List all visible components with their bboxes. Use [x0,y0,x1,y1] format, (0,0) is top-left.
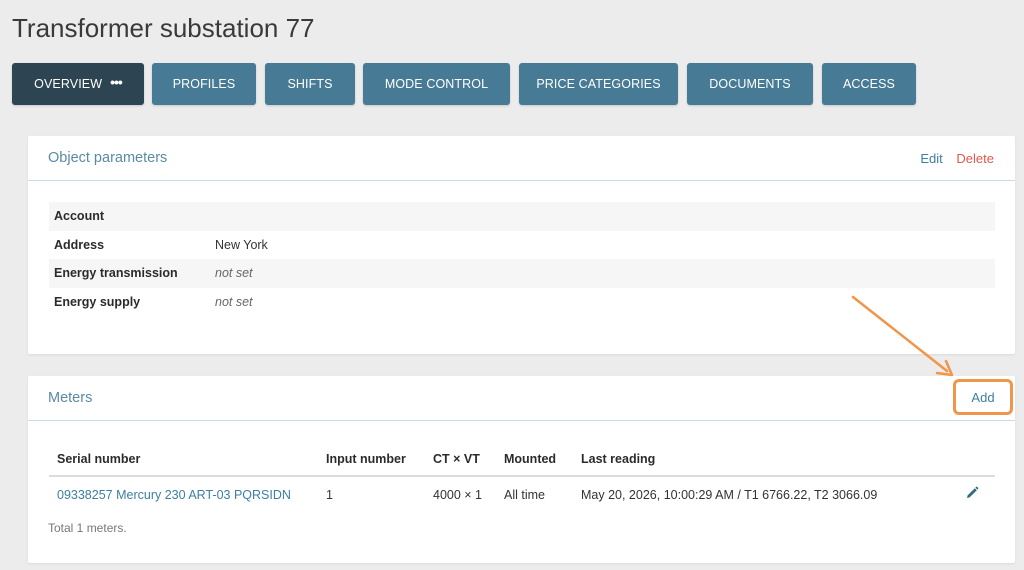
delete-link[interactable]: Delete [956,151,994,166]
meters-panel: Meters Add Serial number Input number CT… [28,376,1015,563]
parameters-list: Account Address New York Energy transmis… [49,202,995,316]
pencil-icon[interactable] [965,486,979,503]
meters-table: Serial number Input number CT × VT Mount… [49,442,995,512]
param-value: not set [215,266,253,281]
column-header-serial: Serial number [49,442,326,477]
param-value: New York [215,237,268,252]
tab-profiles[interactable]: PROFILES [152,63,256,105]
param-key: Account [54,209,104,224]
tab-shifts-label: SHIFTS [287,77,333,91]
meter-last-reading: May 20, 2026, 10:00:29 AM / T1 6766.22, … [581,487,878,502]
object-parameters-actions: Edit Delete [920,151,994,166]
tab-shifts[interactable]: SHIFTS [265,63,355,105]
tab-mode-control-label: MODE CONTROL [384,77,489,91]
meter-serial-link[interactable]: 09338257 Mercury 230 ART-03 PQRSIDN [57,488,291,502]
edit-link[interactable]: Edit [920,151,942,166]
meters-header: Meters Add [28,376,1015,421]
tab-overview[interactable]: OVERVIEW ••• [12,63,144,105]
param-row-energy-transmission: Energy transmission not set [49,259,995,288]
param-key: Energy transmission [54,266,178,281]
column-header-mounted: Mounted [504,442,581,477]
page-title: Transformer substation 77 [12,13,315,43]
param-value: not set [215,294,253,309]
column-header-ct-vt: CT × VT [433,442,504,477]
param-key: Energy supply [54,294,141,309]
meter-ct-vt: 4000 × 1 [433,487,483,502]
tab-price-categories-label: PRICE CATEGORIES [536,77,661,91]
more-icon[interactable]: ••• [110,74,123,90]
column-header-last-reading: Last reading [581,442,965,477]
tab-documents-label: DOCUMENTS [709,77,791,91]
meter-input-number: 1 [326,487,333,502]
object-parameters-title: Object parameters [48,150,168,166]
object-parameters-panel: Object parameters Edit Delete Account Ad… [28,136,1015,354]
meters-total: Total 1 meters. [48,521,127,535]
add-meter-button[interactable]: Add [953,379,1013,415]
column-header-actions [965,442,995,477]
param-key: Address [54,237,105,252]
tab-access-label: ACCESS [842,77,895,91]
tab-documents[interactable]: DOCUMENTS [687,63,813,105]
param-row-account: Account [49,202,995,231]
tab-access[interactable]: ACCESS [822,63,916,105]
meters-title: Meters [48,390,93,406]
param-row-address: Address New York [49,231,995,260]
tab-price-categories[interactable]: PRICE CATEGORIES [519,63,678,105]
column-header-input: Input number [326,442,433,477]
meter-mounted: All time [504,487,545,502]
object-parameters-header: Object parameters Edit Delete [28,136,1015,181]
tab-profiles-label: PROFILES [172,77,236,91]
table-row: 09338257 Mercury 230 ART-03 PQRSIDN 1 40… [49,476,995,512]
tab-overview-label: OVERVIEW [34,77,103,91]
param-row-energy-supply: Energy supply not set [49,288,995,317]
tab-mode-control[interactable]: MODE CONTROL [363,63,510,105]
table-header-row: Serial number Input number CT × VT Mount… [49,442,995,477]
